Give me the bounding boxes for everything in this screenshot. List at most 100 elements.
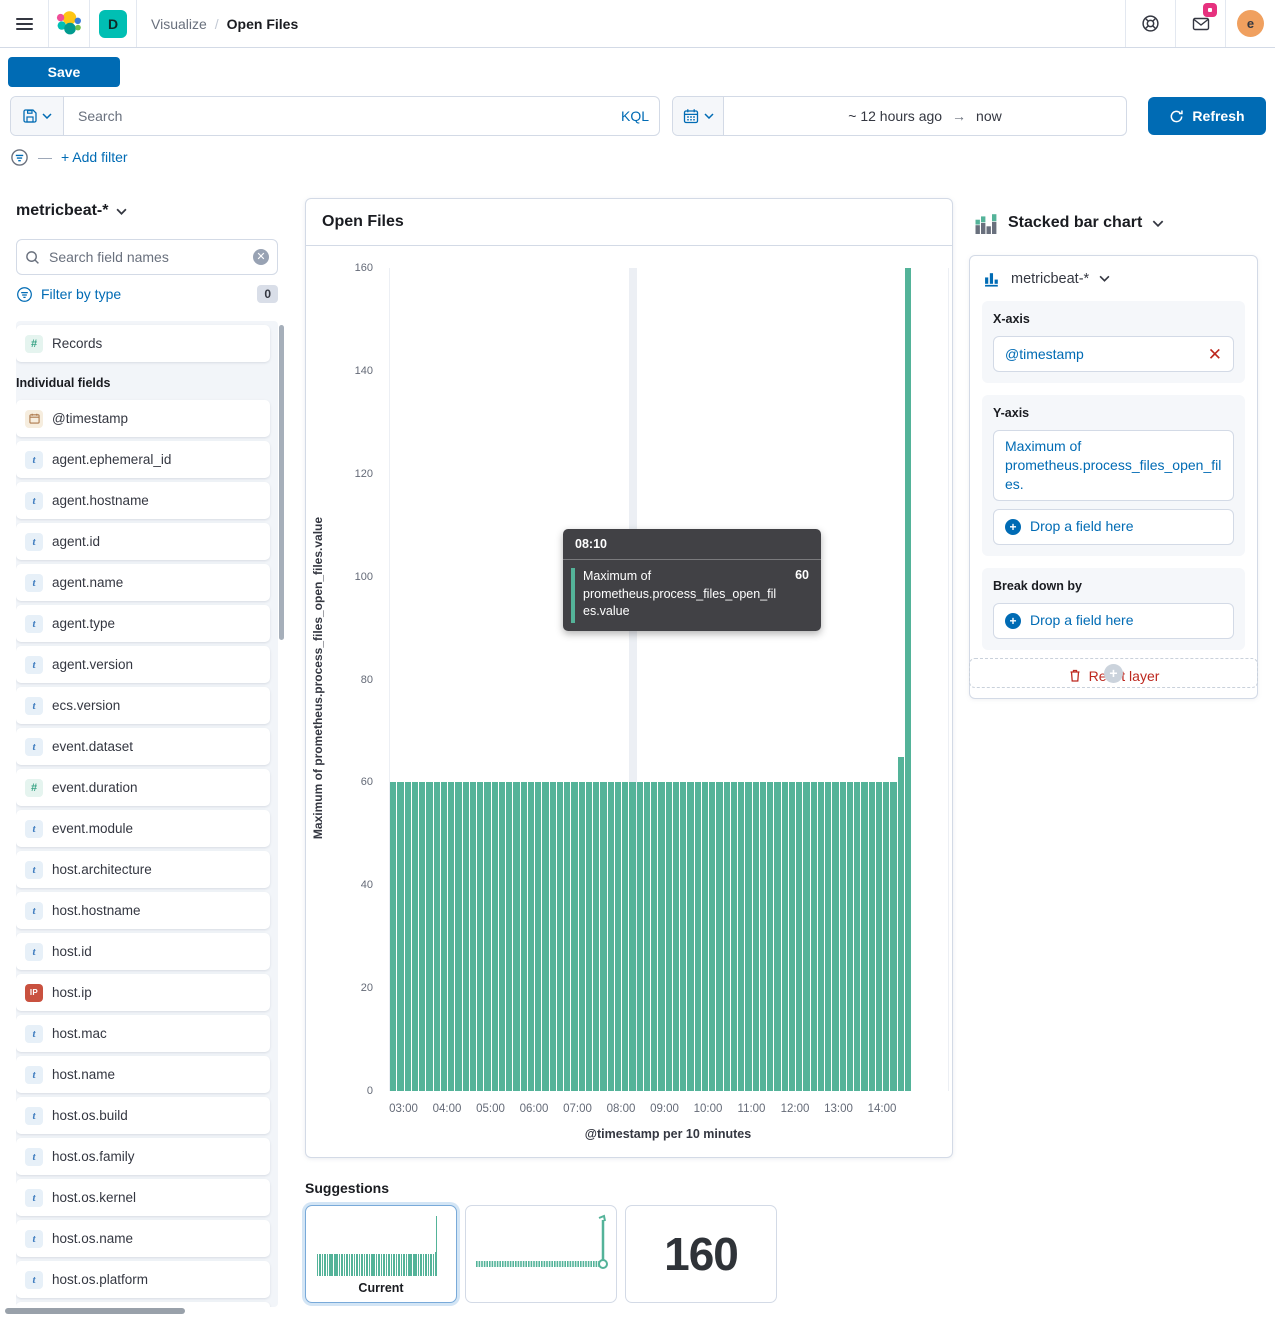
field-type-string-icon: t	[25, 943, 43, 961]
suggestion-metric-card[interactable]: 160	[625, 1205, 777, 1303]
query-language-button[interactable]: KQL	[611, 97, 659, 135]
field-name: @timestamp	[52, 411, 128, 426]
time-from[interactable]: ~ 12 hours ago	[848, 108, 942, 124]
chart-bar	[738, 782, 744, 1091]
time-to[interactable]: now	[976, 108, 1002, 124]
field-item[interactable]: tecs.version	[16, 687, 270, 724]
field-item[interactable]: thost.architecture	[16, 851, 270, 888]
x-tick-label: 05:00	[476, 1103, 505, 1115]
newsfeed-button[interactable]	[1176, 0, 1225, 47]
breakdown-group: Break down by + Drop a field here	[982, 568, 1245, 650]
field-item[interactable]: #event.duration	[16, 769, 270, 806]
chart-bar	[695, 782, 701, 1091]
space-selector[interactable]: D	[90, 0, 136, 47]
field-item[interactable]: thost.os.platform	[16, 1261, 270, 1298]
field-item[interactable]: thost.os.build	[16, 1097, 270, 1134]
time-picker: ~ 12 hours ago → now	[672, 96, 1127, 136]
field-item[interactable]: tagent.ephemeral_id	[16, 441, 270, 478]
suggestion-line-chart-card[interactable]	[465, 1205, 617, 1303]
layer-index-pattern-selector[interactable]: metricbeat-*	[984, 270, 1243, 287]
search-input[interactable]	[64, 97, 611, 135]
field-item[interactable]: thost.name	[16, 1056, 270, 1093]
breadcrumb-separator: /	[215, 16, 219, 32]
chart-type-switcher[interactable]: Stacked bar chart	[975, 212, 1164, 234]
field-name: host.name	[52, 1067, 115, 1082]
menu-button[interactable]	[0, 0, 48, 47]
field-item[interactable]: thost.id	[16, 933, 270, 970]
chart-bar	[803, 782, 809, 1091]
field-search-input[interactable]	[47, 248, 246, 266]
help-button[interactable]	[1126, 0, 1175, 47]
field-list-scrollbar[interactable]	[279, 325, 284, 640]
field-item[interactable]: tagent.name	[16, 564, 270, 601]
field-item[interactable]: @timestamp	[16, 400, 270, 437]
add-filter-link[interactable]: + Add filter	[61, 149, 128, 165]
chart-bar	[463, 782, 469, 1091]
filter-count-badge: 0	[257, 285, 278, 303]
remove-dimension-icon[interactable]: ✕	[1200, 346, 1222, 363]
chart-plot[interactable]: 020406080100120140160	[389, 268, 949, 1091]
chevron-down-icon	[1152, 220, 1164, 227]
breakdown-drop-target[interactable]: + Drop a field here	[993, 603, 1234, 639]
user-menu-button[interactable]: e	[1226, 0, 1275, 47]
field-item[interactable]: thost.os.family	[16, 1138, 270, 1175]
field-type-string-icon: t	[25, 1107, 43, 1125]
field-item[interactable]: tagent.id	[16, 523, 270, 560]
date-quick-menu-button[interactable]	[673, 97, 724, 135]
add-layer-button[interactable]: +	[969, 658, 1258, 688]
chart-bar	[397, 782, 403, 1091]
chart-type-label: Stacked bar chart	[1008, 214, 1142, 232]
field-type-string-icon: t	[25, 656, 43, 674]
y-axis-group-label: Y-axis	[993, 406, 1234, 420]
y-axis-drop-target[interactable]: + Drop a field here	[993, 509, 1234, 545]
field-item[interactable]: IPhost.ip	[16, 974, 270, 1011]
time-arrow: →	[952, 108, 966, 124]
index-pattern-selector[interactable]: metricbeat-*	[16, 202, 127, 220]
query-bar: KQL	[10, 96, 660, 136]
chart-bar	[390, 782, 396, 1091]
field-name: agent.hostname	[52, 493, 149, 508]
chart-bar	[760, 782, 766, 1091]
chart-bar	[811, 782, 817, 1091]
y-tick-label: 160	[355, 262, 373, 274]
save-button[interactable]: Save	[8, 57, 120, 87]
horizontal-scrollbar[interactable]	[5, 1308, 185, 1314]
y-axis-dimension-chip[interactable]: Maximum of prometheus.process_files_open…	[993, 430, 1234, 501]
field-type-string-icon: t	[25, 1148, 43, 1166]
saved-query-menu-button[interactable]	[11, 97, 64, 135]
filter-set-icon[interactable]	[10, 148, 29, 167]
drop-field-label: Drop a field here	[1030, 611, 1134, 630]
x-tick-label: 03:00	[389, 1103, 418, 1115]
elastic-logo[interactable]	[49, 0, 89, 47]
stacked-bar-chart-icon	[975, 212, 998, 234]
chart-bar	[789, 782, 795, 1091]
time-range-display[interactable]: ~ 12 hours ago → now	[724, 97, 1126, 135]
field-item[interactable]: tagent.version	[16, 646, 270, 683]
field-name: host.architecture	[52, 862, 152, 877]
clear-search-icon[interactable]: ✕	[253, 249, 269, 265]
chart-bar	[876, 782, 882, 1091]
field-item[interactable]: thost.os.name	[16, 1220, 270, 1257]
chart-bar	[724, 782, 730, 1091]
field-item[interactable]: thost.hostname	[16, 892, 270, 929]
x-axis-group: X-axis @timestamp ✕	[982, 301, 1245, 383]
field-item[interactable]: thost.mac	[16, 1015, 270, 1052]
x-axis-dimension-chip[interactable]: @timestamp ✕	[993, 336, 1234, 372]
metric-value: 160	[626, 1206, 776, 1302]
chart-bar	[716, 782, 722, 1091]
chart-bar	[658, 782, 664, 1091]
field-item[interactable]: tagent.type	[16, 605, 270, 642]
field-item[interactable]: tevent.module	[16, 810, 270, 847]
field-item[interactable]: tevent.dataset	[16, 728, 270, 765]
notification-badge	[1203, 3, 1217, 17]
field-name: agent.name	[52, 575, 123, 590]
filter-by-type-button[interactable]: Filter by type 0	[16, 285, 278, 303]
breadcrumb-visualize[interactable]: Visualize	[151, 16, 207, 32]
records-field-item[interactable]: # Records	[16, 325, 270, 362]
suggestion-current-card[interactable]: Current	[305, 1205, 457, 1303]
field-item[interactable]: tagent.hostname	[16, 482, 270, 519]
y-tick-label: 120	[355, 468, 373, 480]
refresh-button[interactable]: Refresh	[1148, 97, 1266, 135]
field-item[interactable]: thost.os.kernel	[16, 1179, 270, 1216]
breadcrumb-current: Open Files	[227, 16, 299, 32]
